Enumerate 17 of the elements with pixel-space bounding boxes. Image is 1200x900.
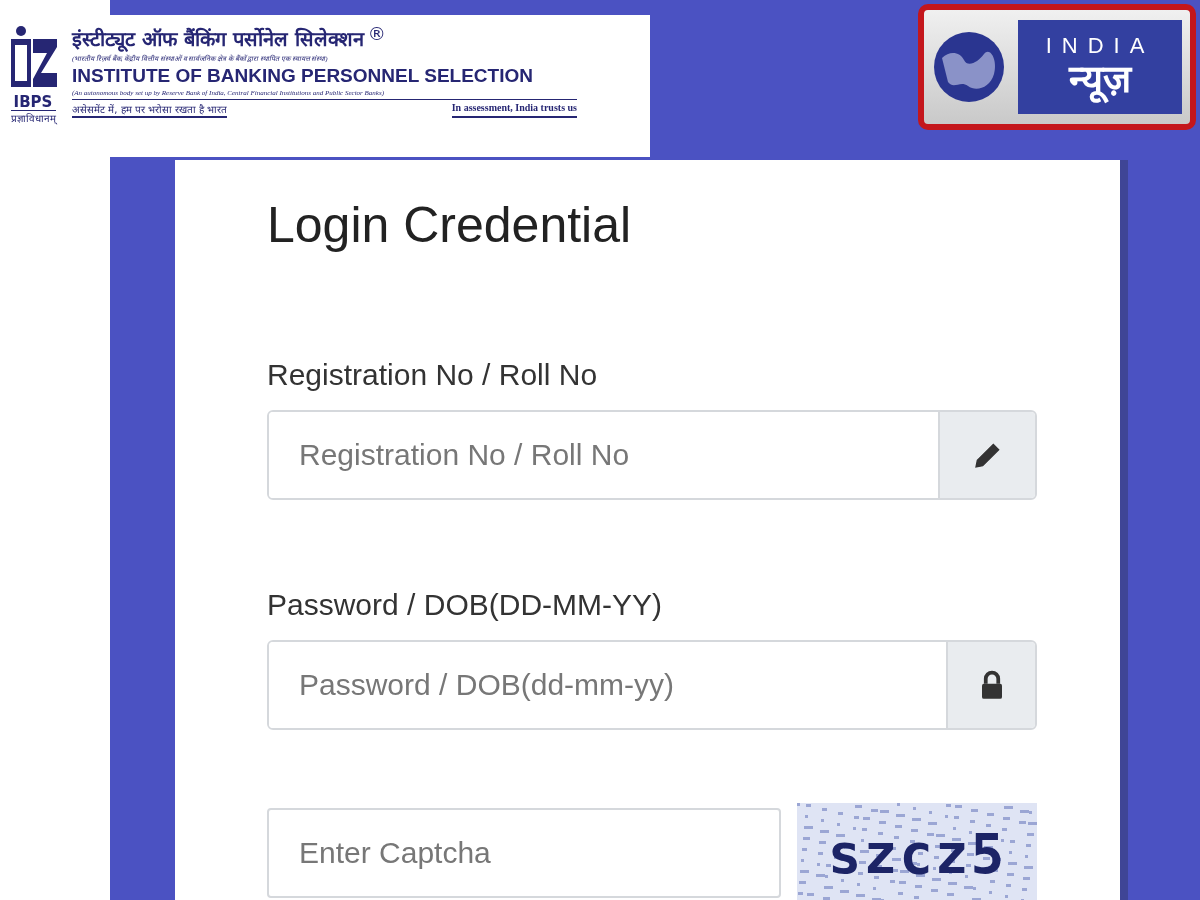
logo-text: IBPS [13, 95, 53, 110]
captcha-image: szcz5 [797, 803, 1037, 900]
captcha-field[interactable]: Enter Captcha [267, 808, 781, 898]
globe-icon [932, 30, 1006, 104]
channel-name: INDIA [1045, 33, 1155, 60]
english-tagline: In assessment, India trusts us [451, 102, 577, 118]
input-field[interactable]: Password / DOB(dd-mm-yy) [267, 640, 1037, 730]
input-field[interactable]: Registration No / Roll No [267, 410, 1037, 500]
field-label: Registration No / Roll No [267, 358, 599, 392]
hindi-tagline: असेसमेंट में, हम पर भरोसा रखता है भारत [72, 102, 228, 118]
registered-mark: ® [367, 25, 386, 43]
english-title: INSTITUTE OF BANKING PERSONNEL SELECTION [72, 65, 534, 87]
logo-motto: प्रज्ञाविधानम् [10, 110, 56, 125]
field-label: Password / DOB(DD-MM-YY) [267, 588, 664, 622]
channel-hindi-name: न्यूज़ [1069, 59, 1131, 101]
hindi-title: इंस्टीट्यूट ऑफ बैंकिंग पर्सोनेल सिलेक्शन [72, 26, 364, 52]
form-title: Login Credential [267, 196, 633, 255]
